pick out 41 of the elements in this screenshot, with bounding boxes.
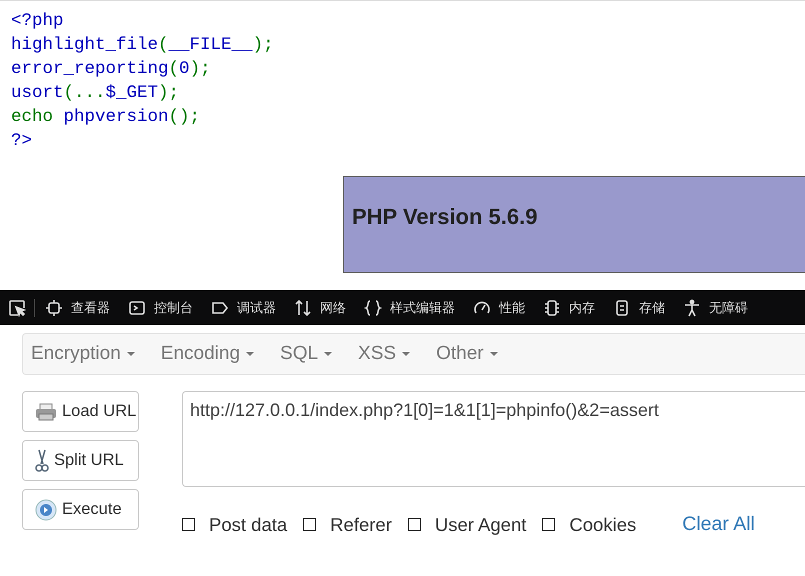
dropdown-menu[interactable]: Other <box>434 343 506 365</box>
printer-icon <box>35 402 57 420</box>
element-picker-icon <box>8 298 26 316</box>
devtools-tab[interactable]: 调试器 <box>211 298 276 316</box>
checkbox-label: Post data <box>209 514 288 536</box>
devtools-tab[interactable]: 内存 <box>543 298 595 316</box>
php-version-banner: PHP Version 5.6.9 <box>343 176 805 273</box>
checkbox[interactable] <box>408 518 421 531</box>
checkbox[interactable] <box>542 518 556 531</box>
checkbox-label: Cookies <box>569 514 636 536</box>
chip-icon <box>543 298 561 316</box>
action-button[interactable]: Execute <box>22 489 139 530</box>
devtools-tab[interactable]: 无障碍 <box>683 298 748 316</box>
source-code: <?php highlight_file(__FILE__); error_reporting(0); usort(...$_GET); echo phpversion(); ?> <box>10 10 275 153</box>
person-icon <box>683 298 701 316</box>
action-button[interactable]: Split URL <box>22 440 139 481</box>
devtools-tab[interactable]: 网络 <box>294 298 346 316</box>
checkbox-label: User Agent <box>434 514 526 536</box>
play-icon <box>35 498 57 520</box>
dropdown-menu[interactable]: Encoding <box>158 343 262 365</box>
checkbox[interactable] <box>303 518 316 531</box>
arrows-icon <box>294 298 312 316</box>
gauge-icon <box>473 298 491 316</box>
devtools-tab[interactable]: 性能 <box>473 298 525 316</box>
dropdown-menu[interactable]: XSS <box>356 343 418 365</box>
devtools-tab[interactable]: 存储 <box>613 298 665 316</box>
console-icon <box>128 298 146 316</box>
action-button[interactable]: Load URL <box>22 391 139 432</box>
clear-all-link[interactable]: Clear All <box>682 513 755 536</box>
dropdown-menu[interactable]: SQL <box>278 343 340 365</box>
frame-icon <box>45 298 63 316</box>
dropdown-menu[interactable]: Encryption <box>29 343 143 365</box>
checkbox-label: Referer <box>330 514 392 536</box>
scissors-icon <box>35 448 49 472</box>
storage-icon <box>613 298 631 316</box>
braces-icon <box>364 298 382 316</box>
devtools-tab[interactable]: 控制台 <box>128 298 193 316</box>
checkbox[interactable] <box>182 518 195 531</box>
devtools-tab[interactable]: 样式编辑器 <box>364 298 455 316</box>
url-field[interactable]: http://127.0.0.1/index.php?1[0]=1&1[1]=phpinfo()&2=assert <box>182 391 805 487</box>
devtools-tab[interactable]: 查看器 <box>45 298 110 316</box>
